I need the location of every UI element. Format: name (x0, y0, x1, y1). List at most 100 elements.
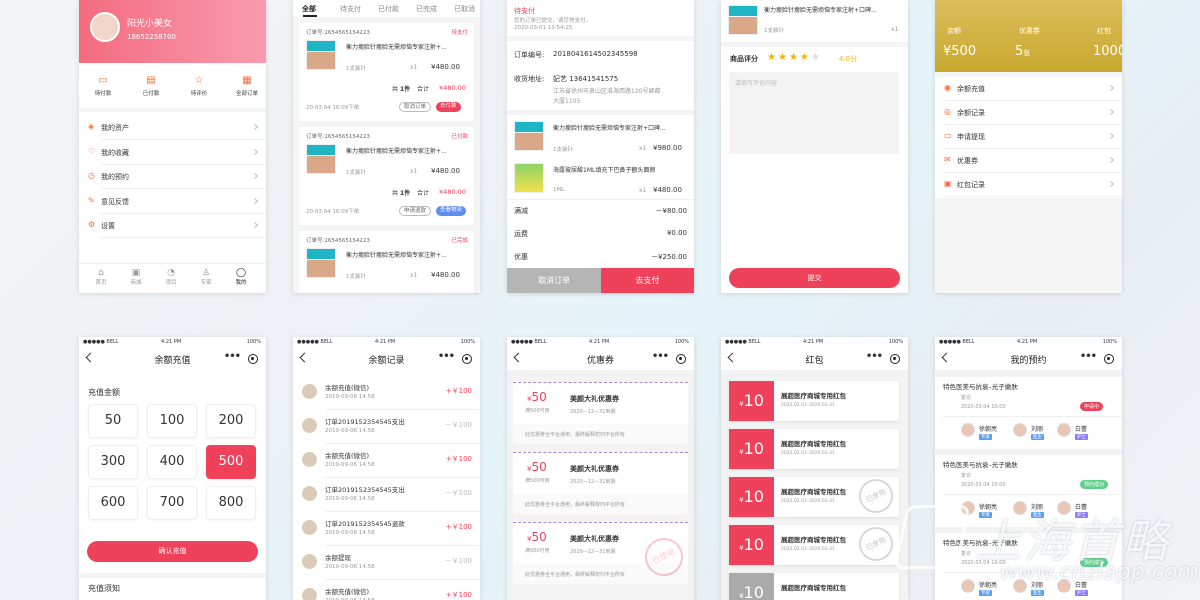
tab-item[interactable]: ▣ 商城 (121, 268, 151, 286)
menu-item[interactable]: ⚙ 设置 (79, 214, 266, 238)
doctor-avatar[interactable] (1057, 423, 1071, 437)
avatar[interactable] (90, 12, 120, 42)
tab-item[interactable]: ◔ 项目 (156, 268, 186, 286)
amount-option[interactable]: 600 (88, 486, 138, 520)
record-title: 订单2019152354545支出 (325, 418, 405, 426)
more-icon[interactable]: ••• (652, 351, 669, 362)
order-tab[interactable]: 已完成 (416, 4, 437, 14)
order-tab[interactable]: 全部 (302, 4, 316, 14)
wallet-menu-item[interactable]: ◎ 余额记录 (935, 101, 1122, 125)
status-battery: 100% (888, 339, 903, 345)
watermark-logo-icon (893, 505, 971, 569)
tab-item[interactable]: ♙ 专家 (191, 268, 221, 286)
order-shortcut[interactable]: ▭ 待付款 (81, 75, 125, 97)
detail-item[interactable]: 海露玻尿酸1ML填充下巴鼻子额头面颊 1ML x1 ¥480.00 (507, 160, 694, 200)
pay-button[interactable]: 去支付 (601, 268, 694, 293)
wallet-menu-item[interactable]: ◉ 余额充值 (935, 77, 1122, 101)
confirm-recharge-button[interactable]: 确认充值 (87, 541, 258, 562)
record-row[interactable]: 余额充值(微信) 2019-09-06 14:58 +￥100 (293, 377, 480, 411)
record-icon[interactable] (1104, 354, 1114, 364)
amount-option[interactable]: 400 (147, 445, 197, 479)
amount-option[interactable]: 800 (206, 486, 256, 520)
record-icon[interactable] (676, 354, 686, 364)
menu-item[interactable]: ♡ 我的收藏 (79, 141, 266, 165)
score-label: 商品评分 (730, 55, 758, 63)
record-icon[interactable] (248, 354, 258, 364)
tab-item[interactable]: ◯ 我的 (226, 268, 256, 286)
wallet-menu-item[interactable]: ▣ 红包记录 (935, 173, 1122, 197)
order-primary-button[interactable]: 查看物流 (436, 206, 467, 216)
order-tab[interactable]: 已取消 (454, 4, 475, 14)
doctor-avatar[interactable] (961, 579, 975, 593)
tab-icon: ♙ (201, 268, 211, 278)
record-row[interactable]: 订单2019152354545退款 2019-09-06 14:58 +￥100 (293, 513, 480, 547)
detail-item[interactable]: 衡力瘦脸针瘦脸无需烦恼专家注射+口碑... 1支装针 x1 ¥980.00 (507, 118, 694, 158)
record-row[interactable]: 余额充值(微信) 2019-09-06 14:58 +￥100 (293, 445, 480, 479)
amount-option[interactable]: 700 (147, 486, 197, 520)
coupon-card[interactable]: ¥50 满500可用 美颜大礼优惠券 2020—12—31到期 此优惠券全平台通… (513, 522, 690, 584)
order-tab[interactable]: 已付款 (378, 4, 399, 14)
record-date: 2019-09-06 14:58 (325, 428, 375, 434)
wallet-menu-item[interactable]: ▭ 申请提现 (935, 125, 1122, 149)
wallet-menu-item[interactable]: ✉ 优惠券 (935, 149, 1122, 173)
total-label: 合计 (417, 86, 430, 93)
product-title: 衡力瘦脸针瘦脸无需烦恼专家注射+... (346, 44, 447, 51)
star-icon[interactable]: ★ (778, 52, 787, 63)
appointment-card[interactable]: 特色医美与抗衰–光子嫩肤 复诊 2020.03.04 10:00 申请中 徐朝亮… (935, 377, 1122, 449)
product-spec: 1ML (553, 187, 565, 193)
record-amount: +￥100 (445, 523, 472, 531)
redpack-card[interactable]: ¥10 展超医疗商城专用红包 2020.02.01–2020.03.31 (729, 429, 899, 469)
tab-label: 我的 (235, 280, 247, 286)
order-card[interactable]: 订单号:1654565154223 已付款 衡力瘦脸针瘦脸无需烦恼专家注射+..… (299, 127, 474, 225)
redpack-card[interactable]: ¥10 展超医疗商城专用红包 2020.02.01–2020.03.31 已使用 (729, 521, 899, 567)
redpack-card[interactable]: ¥10 展超医疗商城专用红包 2020.02.01–2020.03.31 已使用 (729, 473, 899, 519)
doctor-avatar[interactable] (1013, 423, 1027, 437)
more-icon[interactable]: ••• (224, 351, 241, 362)
order-card[interactable]: 订单号:1654565154223 待支付 衡力瘦脸针瘦脸无需烦恼专家注射+..… (299, 23, 474, 121)
chevron-right-icon (1108, 109, 1114, 115)
amount-option[interactable]: 200 (206, 404, 256, 438)
coupon-card[interactable]: ¥50 满500可用 美颜大礼优惠券 2020—12—31到期 此优惠券全平台通… (513, 452, 688, 514)
order-action-button[interactable]: 取消订单 (399, 102, 432, 112)
order-shortcut[interactable]: ▦ 全部订单 (225, 75, 266, 97)
record-icon[interactable] (890, 354, 900, 364)
star-icon[interactable]: ★ (811, 52, 820, 63)
more-icon[interactable]: ••• (866, 351, 883, 362)
amount-option[interactable]: 50 (88, 404, 138, 438)
order-shortcut[interactable]: ☆ 待评价 (177, 75, 221, 97)
review-textarea[interactable]: 请填写评论内容 (729, 72, 899, 154)
record-row[interactable]: 订单2019152354545支出 2019-09-06 14:58 －￥100 (293, 479, 480, 513)
more-icon[interactable]: ••• (438, 351, 455, 362)
coupon-rule: 此优惠券全平台通用，最终解释权归平台所有 (525, 432, 626, 438)
menu-item[interactable]: ◷ 我的预约 (79, 165, 266, 189)
amount-option[interactable]: 300 (88, 445, 138, 479)
cancel-order-button[interactable]: 取消订单 (507, 268, 601, 293)
star-icon[interactable]: ★ (789, 52, 798, 63)
order-tab[interactable]: 待支付 (340, 4, 361, 14)
order-primary-button[interactable]: 去付款 (436, 102, 461, 112)
menu-item[interactable]: ✎ 意见反馈 (79, 190, 266, 214)
menu-item[interactable]: ◈ 我的资产 (79, 116, 266, 140)
record-row[interactable]: 余额提现 2019-09-06 14:58 －￥100 (293, 547, 480, 581)
fee-value: －¥80.00 (655, 207, 688, 215)
record-icon[interactable] (462, 354, 472, 364)
order-action-button[interactable]: 申请退款 (399, 206, 432, 216)
order-shortcut[interactable]: ▤ 已付款 (129, 75, 173, 97)
rating-stars[interactable]: ★ ★ ★ ★ ★ (767, 52, 822, 63)
star-icon[interactable]: ★ (800, 52, 809, 63)
doctor-avatar[interactable] (961, 423, 975, 437)
star-icon[interactable]: ★ (767, 52, 776, 63)
more-icon[interactable]: ••• (1080, 351, 1097, 362)
tab-item[interactable]: ⌂ 首页 (86, 268, 116, 286)
submit-button[interactable]: 提交 (729, 268, 900, 288)
addr-person: 妃艺 13641541575 (553, 75, 619, 83)
redpack-card[interactable]: ¥10 展超医疗商城专用红包 2020.02.01–2020.03.31 (729, 381, 899, 421)
order-card[interactable]: 订单号:1654565154223 已完成 衡力瘦脸针瘦脸无需烦恼专家注射+..… (299, 231, 474, 293)
record-date: 2019-09-06 14:58 (325, 462, 375, 468)
amount-option[interactable]: 100 (147, 404, 197, 438)
amount-option[interactable]: 500 (206, 445, 256, 479)
coupon-card[interactable]: ¥50 满500可用 美颜大礼优惠券 2020—12—31到期 此优惠券全平台通… (513, 382, 688, 444)
redpack-card[interactable]: ¥10 展超医疗商城专用红包 (729, 573, 899, 600)
record-row[interactable]: 余额充值(微信) 2019-09-06 14:58 +￥100 (293, 581, 480, 600)
record-row[interactable]: 订单2019152354545支出 2019-09-06 14:58 －￥100 (293, 411, 480, 445)
